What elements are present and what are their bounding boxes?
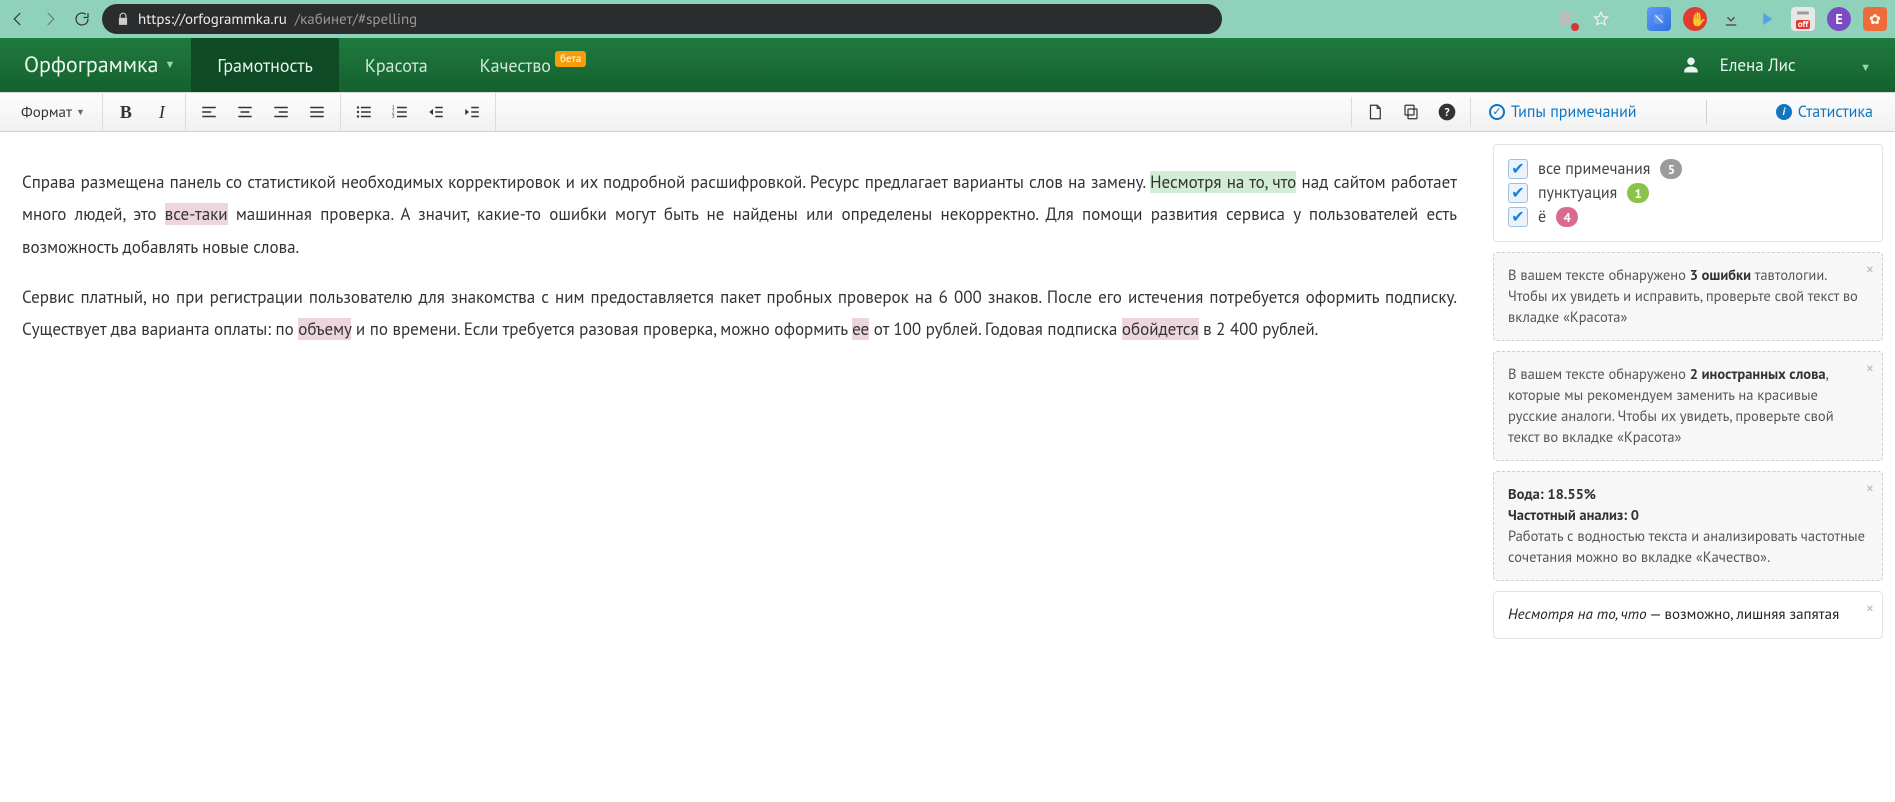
filter-punctuation[interactable]: ✔ пунктуация 1 <box>1508 183 1868 203</box>
tip-water: × Вода: 18.55% Частотный анализ: 0 Работ… <box>1493 471 1883 581</box>
statistics-link[interactable]: i Статистика <box>1776 102 1873 122</box>
new-doc-button[interactable] <box>1358 97 1392 127</box>
align-center-button[interactable] <box>228 97 262 127</box>
highlight-pink[interactable]: обойдется <box>1122 318 1199 340</box>
svg-text:?: ? <box>1444 105 1450 120</box>
checkbox-checked-icon[interactable]: ✔ <box>1508 207 1528 227</box>
brand-menu[interactable]: Орфограммка ▼ <box>8 38 191 92</box>
align-left-button[interactable] <box>192 97 226 127</box>
highlight-pink[interactable]: объему <box>298 318 351 340</box>
chevron-down-icon: ▼ <box>1860 61 1871 75</box>
chevron-down-icon: ▼ <box>76 107 85 118</box>
bullet-list-button[interactable] <box>347 97 381 127</box>
user-icon[interactable] <box>1682 56 1700 74</box>
editor-area[interactable]: Справа размещена панель со статистикой н… <box>0 132 1481 649</box>
paragraph: Справа размещена панель со статистикой н… <box>22 166 1457 263</box>
filter-yo[interactable]: ✔ ё 4 <box>1508 207 1868 227</box>
url-path: /кабинет/#spelling <box>295 10 417 29</box>
svg-text:3: 3 <box>392 114 395 120</box>
forward-button[interactable] <box>38 7 62 31</box>
tab-quality[interactable]: Качество бета <box>454 38 613 92</box>
close-icon[interactable]: × <box>1866 358 1874 381</box>
italic-button[interactable]: I <box>145 97 179 127</box>
profile-avatar[interactable]: Е <box>1827 7 1851 31</box>
ordered-list-button[interactable]: 123 <box>383 97 417 127</box>
indent-button[interactable] <box>455 97 489 127</box>
annotation-card[interactable]: × Несмотря на то, что — возможно, лишняя… <box>1493 591 1883 639</box>
chevron-down-icon: ▼ <box>164 58 175 72</box>
username: Елена Лис <box>1720 54 1796 76</box>
back-button[interactable] <box>6 7 30 31</box>
app-navbar: Орфограммка ▼ Грамотность Красота Качест… <box>0 38 1895 92</box>
beta-badge: бета <box>555 51 586 67</box>
bold-button[interactable]: B <box>109 97 143 127</box>
align-right-button[interactable] <box>264 97 298 127</box>
tab-literacy[interactable]: Грамотность <box>191 38 339 92</box>
copy-button[interactable] <box>1394 97 1428 127</box>
highlight-pink[interactable]: ее <box>852 318 869 340</box>
extension-last-icon[interactable]: ✿ <box>1863 7 1887 31</box>
extension-play-icon[interactable] <box>1755 7 1779 31</box>
checkbox-checked-icon[interactable]: ✔ <box>1508 159 1528 179</box>
tip-foreign-words: × В вашем тексте обнаружено 2 иностранны… <box>1493 351 1883 461</box>
check-circle-icon: ✓ <box>1489 104 1505 120</box>
info-icon: i <box>1776 104 1792 120</box>
extension-off-icon[interactable]: off <box>1791 7 1815 31</box>
editor-toolbar: Формат▼ B I 123 ? ✓ Типы примечаний i Ст… <box>0 92 1895 132</box>
reload-button[interactable] <box>70 7 94 31</box>
browser-toolbar: https://orfogrammka.ru/кабинет/#spelling… <box>0 0 1895 38</box>
outdent-button[interactable] <box>419 97 453 127</box>
tab-beauty[interactable]: Красота <box>339 38 454 92</box>
url-origin: https://orfogrammka.ru <box>138 10 287 29</box>
shield-icon[interactable] <box>1553 7 1577 31</box>
highlight-green[interactable]: Несмотря на то, что <box>1150 171 1296 193</box>
close-icon[interactable]: × <box>1866 259 1874 282</box>
address-bar[interactable]: https://orfogrammka.ru/кабинет/#spelling <box>102 4 1222 34</box>
extension-1-icon[interactable] <box>1647 7 1671 31</box>
sidebar: ✔ все примечания 5 ✔ пунктуация 1 ✔ ё 4 … <box>1481 132 1895 649</box>
align-justify-button[interactable] <box>300 97 334 127</box>
count-badge: 4 <box>1556 207 1578 227</box>
brand-label: Орфограммка <box>24 51 158 79</box>
filter-all[interactable]: ✔ все примечания 5 <box>1508 159 1868 179</box>
count-badge: 5 <box>1660 159 1682 179</box>
highlight-pink[interactable]: все-таки <box>165 203 228 225</box>
filter-panel: ✔ все примечания 5 ✔ пунктуация 1 ✔ ё 4 <box>1493 144 1883 242</box>
paragraph: Сервис платный, но при регистрации польз… <box>22 281 1457 346</box>
tip-tautology: × В вашем тексте обнаружено 3 ошибки тав… <box>1493 252 1883 341</box>
close-icon[interactable]: × <box>1866 478 1874 501</box>
checkbox-checked-icon[interactable]: ✔ <box>1508 183 1528 203</box>
extension-adblock-icon[interactable]: ✋ <box>1683 7 1707 31</box>
close-icon[interactable]: × <box>1866 598 1874 621</box>
separator <box>1706 100 1707 124</box>
bookmark-star-icon[interactable] <box>1589 7 1613 31</box>
download-icon[interactable] <box>1719 7 1743 31</box>
count-badge: 1 <box>1627 183 1649 203</box>
lock-icon <box>116 12 130 26</box>
tab-quality-label: Качество <box>480 54 551 77</box>
user-menu[interactable]: Елена Лис ▼ <box>1720 54 1871 76</box>
help-button[interactable]: ? <box>1430 97 1464 127</box>
annotation-types-link[interactable]: ✓ Типы примечаний <box>1489 102 1637 122</box>
format-dropdown[interactable]: Формат▼ <box>10 97 96 127</box>
